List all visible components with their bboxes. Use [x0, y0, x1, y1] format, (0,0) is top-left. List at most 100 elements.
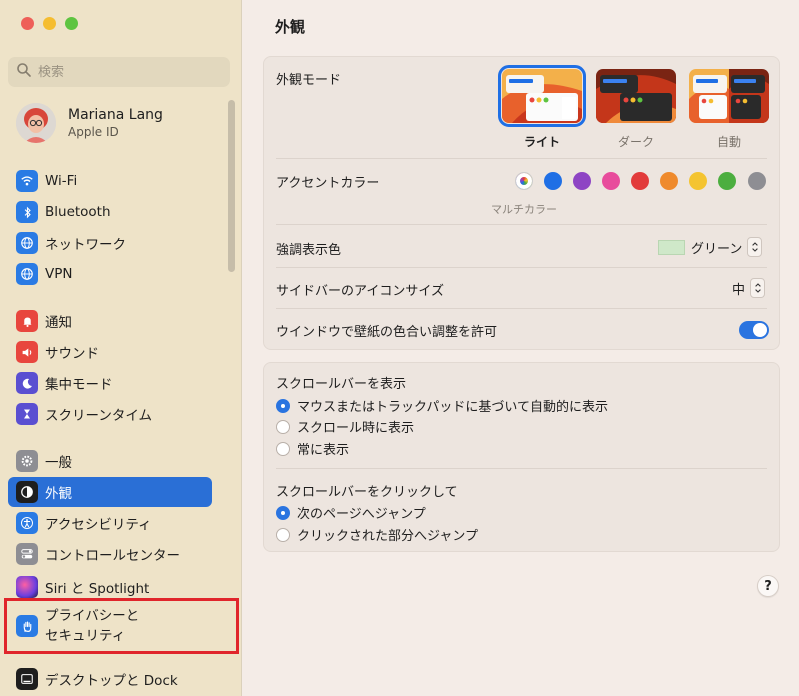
radio-button [276, 419, 290, 434]
radio-scrollbar-always[interactable]: 常に表示 [276, 439, 349, 458]
help-button[interactable]: ? [757, 575, 779, 597]
accent-color-blue[interactable] [544, 172, 562, 190]
sidebar-item-wifi[interactable]: Wi-Fi [8, 166, 212, 196]
sidebar-item-label: スクリーンタイム [45, 408, 153, 424]
radio-jump-clicked-spot[interactable]: クリックされた部分へジャンプ [276, 525, 478, 544]
account-subtitle: Apple ID [68, 125, 119, 139]
accent-color-purple[interactable] [573, 172, 591, 190]
speaker-icon [16, 341, 38, 363]
zoom-window-button[interactable] [65, 17, 78, 30]
sidebar-item-network[interactable]: ネットワーク [8, 228, 212, 258]
avatar [16, 103, 56, 143]
moon-icon [16, 372, 38, 394]
sidebar-item-appearance[interactable]: 外観 [8, 477, 212, 507]
sidebar-icon-size-value: 中 [732, 282, 746, 298]
divider [276, 224, 767, 225]
siri-icon [16, 576, 38, 598]
accent-color-red[interactable] [631, 172, 649, 190]
highlight-color-value: グリーン [691, 241, 743, 257]
sidebar-item-general[interactable]: 一般 [8, 446, 212, 476]
sidebar-item-label: VPN [45, 266, 73, 282]
window-controls [21, 17, 78, 30]
radio-jump-next-page[interactable]: 次のページへジャンプ [276, 503, 426, 522]
account-name: Mariana Lang [68, 107, 163, 123]
dock-icon [16, 668, 38, 690]
bluetooth-icon [16, 201, 38, 223]
sidebar-item-desktop-dock[interactable]: デスクトップと Dock [8, 664, 212, 694]
sidebar-item-label: Bluetooth [45, 204, 111, 220]
divider [276, 267, 767, 268]
sidebar-item-notifications[interactable]: 通知 [8, 306, 212, 336]
theme-option-dark[interactable]: ダーク [596, 69, 676, 150]
radio-scrollbar-when-scrolling[interactable]: スクロール時に表示 [276, 417, 414, 436]
highlight-color-swatch [658, 239, 685, 255]
sidebar-item-bluetooth[interactable]: Bluetooth [8, 197, 212, 227]
sidebar-item-control-center[interactable]: コントロールセンター [8, 539, 212, 569]
sidebar-item-label: アクセシビリティ [45, 517, 152, 533]
sidebar-item-label: デスクトップと Dock [45, 673, 178, 689]
radio-label: 次のページへジャンプ [297, 507, 426, 522]
show-scrollbars-label: スクロールバーを表示 [276, 377, 407, 392]
sidebar-item-label: Wi-Fi [45, 173, 78, 189]
accent-color-pink[interactable] [602, 172, 620, 190]
theme-thumbnail-auto [689, 69, 769, 123]
accent-color-yellow[interactable] [689, 172, 707, 190]
accent-color-multicolor[interactable] [515, 172, 533, 190]
search-input[interactable] [38, 64, 218, 80]
radio-label: 常に表示 [297, 443, 350, 458]
click-scrollbar-label: スクロールバーをクリックして [276, 485, 458, 500]
apple-id-account[interactable]: Mariana Lang Apple ID [16, 103, 163, 143]
bell-icon [16, 310, 38, 332]
page-title: 外観 [275, 18, 306, 36]
theme-option-light[interactable]: ライト [498, 65, 586, 150]
sidebar-item-accessibility[interactable]: アクセシビリティ [8, 508, 212, 538]
sidebar-item-label: 一般 [45, 455, 72, 471]
sidebar-scrollbar[interactable] [228, 100, 235, 272]
divider [276, 308, 767, 309]
sidebar-item-label: コントロールセンター [45, 548, 180, 564]
sidebar-item-label: 外観 [45, 486, 72, 502]
chevron-updown-icon [747, 237, 763, 257]
sidebar-item-screen-time[interactable]: スクリーンタイム [8, 399, 212, 429]
minimize-window-button[interactable] [43, 17, 56, 30]
theme-label-light: ライト [523, 135, 560, 149]
sidebar-item-label: ネットワーク [45, 237, 126, 253]
radio-button-selected [276, 505, 290, 520]
highlight-annotation-box [4, 598, 239, 654]
theme-label-auto: 自動 [716, 135, 741, 149]
radio-label: マウスまたはトラックパッドに基づいて自動的に表示 [297, 400, 608, 415]
search-field[interactable] [8, 57, 230, 87]
radio-scrollbar-auto[interactable]: マウスまたはトラックパッドに基づいて自動的に表示 [276, 396, 608, 415]
close-window-button[interactable] [21, 17, 34, 30]
wallpaper-tinting-label: ウインドウで壁紙の色合い調整を許可 [276, 325, 498, 340]
accent-color-graphite[interactable] [748, 172, 766, 190]
theme-option-auto[interactable]: 自動 [689, 69, 769, 150]
appearance-icon [16, 481, 38, 503]
sidebar-item-label: Siri と Spotlight [45, 581, 150, 597]
sidebar: Mariana Lang Apple ID Wi-Fi Bluetooth ネッ… [0, 0, 242, 696]
hourglass-icon [16, 403, 38, 425]
accessibility-icon [16, 512, 38, 534]
radio-label: スクロール時に表示 [297, 421, 415, 436]
sidebar-item-focus[interactable]: 集中モード [8, 368, 212, 398]
sidebar-item-label: サウンド [45, 346, 99, 362]
sidebar-item-vpn[interactable]: VPN [8, 259, 212, 289]
radio-button [276, 527, 290, 542]
main-content: 外観 外観モード ライト ダーク 自動 アクセントカラー マルチカラー 強調表示… [243, 0, 799, 696]
sidebar-icon-size-popup[interactable]: 中 [732, 278, 766, 298]
sidebar-item-label: 通知 [45, 315, 72, 331]
sidebar-item-sound[interactable]: サウンド [8, 337, 212, 367]
globe-icon [16, 263, 38, 285]
sidebar-icon-size-label: サイドバーのアイコンサイズ [276, 284, 444, 299]
wallpaper-tinting-toggle[interactable] [739, 321, 769, 339]
accent-color-orange[interactable] [660, 172, 678, 190]
highlight-color-popup[interactable]: グリーン [658, 237, 763, 257]
chevron-updown-icon [750, 278, 766, 298]
theme-thumbnail-dark [596, 69, 676, 123]
radio-button-selected [276, 398, 290, 413]
scrollbar-settings-card: スクロールバーを表示 マウスまたはトラックパッドに基づいて自動的に表示 スクロー… [263, 362, 780, 552]
wifi-icon [16, 170, 38, 192]
accent-color-green[interactable] [718, 172, 736, 190]
divider [276, 468, 767, 469]
radio-button [276, 441, 290, 456]
